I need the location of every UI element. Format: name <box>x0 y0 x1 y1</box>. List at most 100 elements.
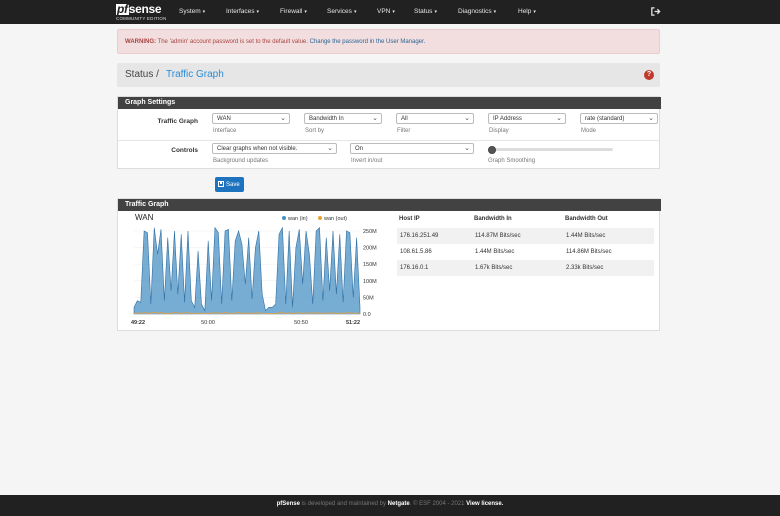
row-divider <box>118 140 659 141</box>
netgate-link[interactable]: Netgate <box>388 501 410 507</box>
logo-sense-text: sense <box>128 2 162 16</box>
interface-help: Interface <box>213 128 237 134</box>
y-tick-label: 100M <box>363 279 377 285</box>
x-tick-label: 49:22 <box>131 320 145 326</box>
header-host-ip: Host IP <box>399 216 420 222</box>
mode-help: Mode <box>581 128 597 134</box>
chevron-down-icon: ⌄ <box>556 115 562 122</box>
y-tick-label: 0.0 <box>363 312 371 318</box>
bandwidth-out-cell: 114.86M Bits/sec <box>566 249 612 255</box>
y-tick-label: 150M <box>363 262 377 268</box>
bandwidth-in-cell: 1.67k Bits/sec <box>475 265 513 271</box>
change-password-link[interactable]: Change the password in the User Manager. <box>310 39 426 45</box>
y-tick-label: 50M <box>363 295 374 301</box>
sort-by-help: Sort by <box>305 128 325 134</box>
graph-smoothing-slider[interactable] <box>488 145 613 154</box>
floppy-disk-icon <box>218 181 224 187</box>
view-license-link[interactable]: View license. <box>466 501 503 507</box>
legend-in-label: wan (in) <box>287 216 308 222</box>
page-footer: pfSense is developed and maintained by N… <box>0 495 780 516</box>
breadcrumb-status: Status / <box>125 69 159 80</box>
nav-firewall[interactable]: Firewall ▾ <box>280 8 307 15</box>
chevron-down-icon: ⌄ <box>464 115 470 122</box>
footer-copyright: . © ESF 2004 - 2021 <box>409 501 467 507</box>
nav-status[interactable]: Status ▾ <box>414 8 437 15</box>
logo-pf-text: pf <box>116 2 129 16</box>
header-bandwidth-out: Bandwidth Out <box>565 216 608 222</box>
legend-in-marker <box>282 216 286 220</box>
invert-help: Invert in/out <box>351 158 383 164</box>
traffic-chart: WAN wan (in) wan (out) 250M 200M 150M 100M 50M 0… <box>124 213 382 329</box>
table-row: 176.16.251.49 114.87M Bits/sec 1.44M Bit… <box>397 228 654 244</box>
chevron-down-icon: ⌄ <box>327 145 333 152</box>
host-ip-cell: 108.61.5.86 <box>400 249 432 255</box>
table-row: 176.16.0.1 1.67k Bits/sec 2.33k Bits/sec <box>397 260 654 276</box>
breadcrumb: Status / Traffic Graph ? <box>117 63 660 87</box>
host-ip-cell: 176.16.0.1 <box>400 265 429 271</box>
chevron-down-icon: ⌄ <box>648 115 654 122</box>
chevron-down-icon: ▾ <box>493 9 497 15</box>
series-wan-in-area <box>133 226 361 315</box>
breadcrumb-traffic-graph[interactable]: Traffic Graph <box>166 69 224 80</box>
warning-message: The 'admin' account password is set to t… <box>156 39 310 45</box>
warning-label: WARNING: <box>125 39 156 45</box>
save-button[interactable]: Save <box>215 177 244 192</box>
nav-system[interactable]: System ▾ <box>179 8 205 15</box>
nav-help[interactable]: Help ▾ <box>518 8 536 15</box>
graph-smoothing-help: Graph Smoothing <box>488 158 536 164</box>
chevron-down-icon: ▾ <box>434 9 437 15</box>
x-tick-label: 51:22 <box>346 320 360 326</box>
slider-handle[interactable] <box>488 145 496 154</box>
logo-edition-text: COMMUNITY EDITION <box>116 16 167 21</box>
top-navbar: pfsense COMMUNITY EDITION System ▾ Interf… <box>0 0 780 24</box>
footer-brand: pfSense <box>276 501 300 507</box>
bandwidth-out-cell: 2.33k Bits/sec <box>566 265 604 271</box>
logout-icon[interactable] <box>650 6 661 17</box>
background-updates-select[interactable]: Clear graphs when not visible. ⌄ <box>212 143 337 154</box>
chart-title: WAN <box>135 213 154 222</box>
bandwidth-in-cell: 114.87M Bits/sec <box>475 233 521 239</box>
chevron-down-icon: ▾ <box>202 9 206 15</box>
host-ip-cell: 176.16.251.49 <box>400 233 439 239</box>
display-select[interactable]: IP Address ⌄ <box>488 113 566 124</box>
traffic-chart-svg: WAN wan (in) wan (out) 250M 200M 150M 100M 50M 0… <box>131 213 377 326</box>
bandwidth-out-cell: 1.44M Bits/sec <box>566 233 606 239</box>
help-icon[interactable]: ? <box>644 70 654 80</box>
pfsense-logo[interactable]: pfsense COMMUNITY EDITION <box>116 3 168 22</box>
nav-vpn[interactable]: VPN ▾ <box>377 8 395 15</box>
chevron-down-icon: ⌄ <box>372 115 378 122</box>
graph-settings-panel: Graph Settings Traffic Graph WAN ⌄ Interf… <box>117 96 661 169</box>
chevron-down-icon: ▾ <box>304 9 307 15</box>
header-bandwidth-in: Bandwidth In <box>474 216 512 222</box>
panel-heading: Graph Settings <box>118 97 661 109</box>
nav-services[interactable]: Services ▾ <box>327 8 356 15</box>
display-help: Display <box>489 128 509 134</box>
interface-select[interactable]: WAN ⌄ <box>212 113 290 124</box>
nav-interfaces[interactable]: Interfaces ▾ <box>226 8 259 15</box>
default-password-warning: WARNING: The 'admin' account password is… <box>117 29 660 54</box>
bandwidth-in-cell: 1.44M Bits/sec <box>475 249 515 255</box>
x-tick-label: 50:00 <box>201 320 215 326</box>
y-tick-label: 200M <box>363 246 377 252</box>
panel-heading: Traffic Graph <box>118 199 661 211</box>
y-tick-label: 250M <box>363 229 377 235</box>
filter-select[interactable]: All ⌄ <box>396 113 474 124</box>
x-tick-label: 50:50 <box>294 320 308 326</box>
filter-help: Filter <box>397 128 411 134</box>
sort-by-select[interactable]: Bandwidth In ⌄ <box>304 113 382 124</box>
chevron-down-icon: ▾ <box>533 9 536 15</box>
chevron-down-icon: ⌄ <box>280 115 286 122</box>
table-row: 108.61.5.86 1.44M Bits/sec 114.86M Bits/… <box>397 244 654 260</box>
nav-diagnostics[interactable]: Diagnostics ▾ <box>458 8 496 15</box>
traffic-graph-label: Traffic Graph <box>157 118 198 125</box>
footer-text: is developed and maintained by <box>299 501 388 507</box>
controls-label: Controls <box>171 147 198 154</box>
legend-out-label: wan (out) <box>323 216 347 222</box>
invert-select[interactable]: On ⌄ <box>350 143 474 154</box>
chevron-down-icon: ▾ <box>353 9 357 15</box>
traffic-graph-panel: Traffic Graph WAN wan (in) wan (out) 250M 20… <box>117 198 661 331</box>
mode-select[interactable]: rate (standard) ⌄ <box>580 113 658 124</box>
background-updates-help: Background updates <box>213 158 269 164</box>
chevron-down-icon: ⌄ <box>464 145 470 152</box>
chevron-down-icon: ▾ <box>256 9 260 15</box>
